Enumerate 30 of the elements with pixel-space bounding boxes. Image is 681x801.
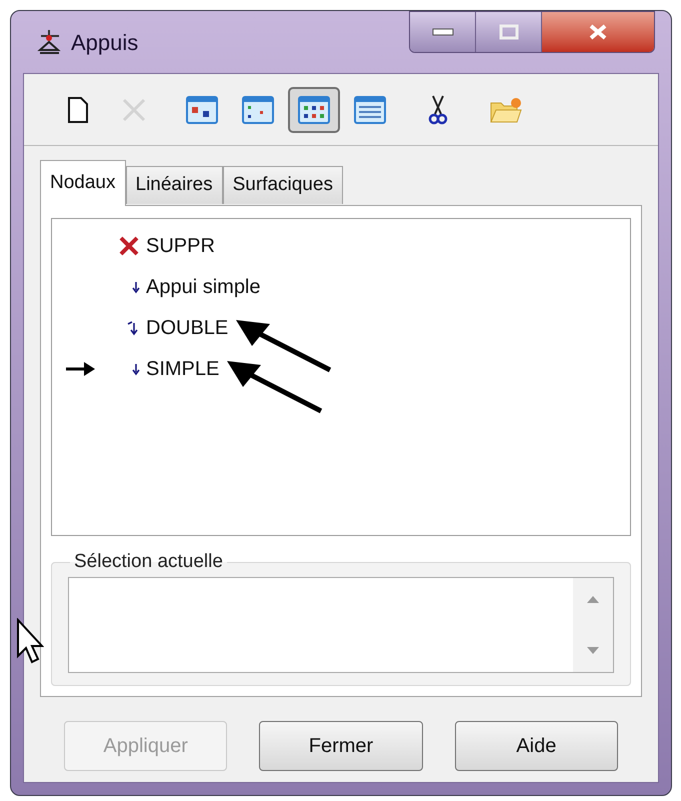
window-title: Appuis	[71, 28, 138, 57]
new-document-icon	[67, 96, 89, 124]
dialog-button[interactable]: Fermer	[259, 720, 423, 770]
support-icon	[132, 362, 140, 376]
list-item[interactable]: SUPPR	[146, 230, 215, 260]
small-icons-view-icon	[242, 94, 274, 124]
large-icons-view-icon	[186, 94, 218, 124]
minimize-icon	[432, 28, 454, 36]
details-view-icon	[354, 94, 386, 124]
dialog-button[interactable]: Aide	[454, 720, 618, 770]
close-icon	[589, 24, 607, 40]
support-structure-icon	[37, 28, 63, 56]
tab[interactable]: Nodaux	[40, 160, 126, 206]
scroll-down-icon[interactable]	[587, 646, 599, 654]
delete-icon	[118, 234, 140, 256]
tab[interactable]: Linéaires	[126, 166, 223, 204]
tab[interactable]: Surfaciques	[222, 166, 343, 204]
list-item[interactable]: SIMPLE	[146, 354, 220, 384]
support-icon	[132, 280, 140, 294]
close-button[interactable]	[542, 12, 654, 52]
pointer-arrow-icon	[66, 360, 96, 376]
minimize-button[interactable]	[410, 12, 476, 52]
scroll-up-icon[interactable]	[587, 596, 599, 602]
list-item[interactable]: DOUBLE	[146, 312, 228, 342]
group-title: Sélection actuelle	[73, 550, 224, 574]
support-icon	[126, 318, 140, 336]
list-view-icon	[298, 94, 330, 124]
list-item[interactable]: Appui simple	[146, 272, 261, 302]
scissors-icon	[427, 94, 449, 126]
maximize-icon	[498, 24, 518, 40]
